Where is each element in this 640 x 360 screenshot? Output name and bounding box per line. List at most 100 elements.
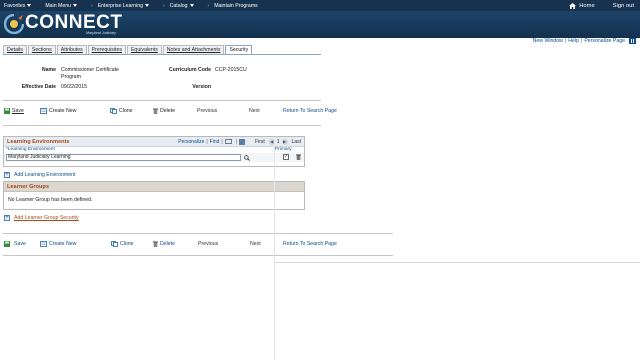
learning-environment-input[interactable]: Maryland Judiciary Learning: [6, 154, 241, 161]
next-button[interactable]: Next: [250, 241, 261, 247]
tab-notes-and-attachments[interactable]: Notes and Attachments: [162, 45, 225, 54]
clone-button[interactable]: Clone: [110, 108, 133, 114]
chevron-down-icon: [189, 3, 194, 7]
chevron-down-icon: [73, 3, 78, 7]
plus-icon: +: [4, 172, 10, 178]
effective-date-label: Effective Date: [21, 84, 56, 90]
divider: [3, 125, 321, 126]
breadcrumb-separator: ›: [207, 2, 210, 9]
main-menu-bar: Favorites Main Menu › Enterprise Learnin…: [0, 0, 272, 11]
delete-button[interactable]: Delete: [153, 241, 175, 247]
learning-environments-title: Learning Environments: [7, 138, 70, 145]
column-header-primary: Primary: [275, 147, 292, 152]
effective-date-value: 09/22/2015: [61, 84, 87, 90]
page-tabs: Details Sections Attributes Prerequisite…: [3, 45, 253, 54]
top-navigation-bar: Favorites Main Menu › Enterprise Learnin…: [0, 0, 640, 11]
previous-button[interactable]: Previous: [197, 108, 217, 114]
save-icon: [4, 108, 10, 114]
menu-enterprise-learning[interactable]: Enterprise Learning: [98, 3, 149, 9]
next-button[interactable]: Next: [249, 108, 260, 114]
tab-equivalents[interactable]: Equivalents: [126, 45, 162, 54]
table-row: Maryland Judiciary Learning ✓: [4, 153, 304, 162]
brand-subtitle: Maryland Judiciary: [86, 31, 116, 35]
next-row-icon[interactable]: ▶: [281, 138, 288, 145]
primary-checkbox[interactable]: ✓: [283, 154, 289, 160]
separator: |: [221, 138, 223, 145]
previous-button[interactable]: Previous: [198, 241, 218, 247]
brand-name: CONNECT: [25, 12, 123, 33]
menu-maintain-programs[interactable]: Maintain Programs: [214, 3, 258, 9]
create-new-label: Create New: [49, 108, 77, 114]
create-new-label: Create New: [49, 241, 77, 247]
delete-button[interactable]: Delete: [153, 108, 175, 114]
learner-groups-title: Learner Groups: [7, 183, 49, 190]
banner: CONNECT Maryland Judiciary: [0, 11, 640, 38]
clone-button[interactable]: Clone: [111, 241, 134, 247]
return-to-search-link[interactable]: Return To Search Page: [283, 108, 337, 114]
sign-out-link[interactable]: Sign out: [613, 3, 634, 9]
clone-label: Clone: [120, 241, 134, 247]
grid-header: Learning Environments Personalize | Find…: [4, 137, 304, 147]
create-new-icon: [40, 108, 47, 114]
page-frame-line: [275, 262, 640, 263]
menu-favorites[interactable]: Favorites: [4, 3, 32, 9]
home-link[interactable]: Home: [569, 2, 595, 9]
page-toolbar: New Window | Help | Personalize Page: [533, 38, 636, 44]
tab-divider: [3, 54, 321, 55]
delete-label: Delete: [160, 241, 175, 247]
create-new-button[interactable]: Create New: [40, 241, 76, 247]
breadcrumb-separator: ›: [91, 2, 93, 9]
add-learning-environment-label: Add Learning Environment: [14, 172, 76, 178]
help-link[interactable]: Help: [568, 38, 579, 44]
add-learner-group-security-link[interactable]: + Add Learner Group Security: [4, 215, 79, 221]
clone-icon: [110, 108, 117, 114]
separator: |: [580, 38, 583, 44]
menu-catalog[interactable]: Catalog: [170, 3, 194, 9]
return-to-search-link[interactable]: Return To Search Page: [283, 241, 337, 247]
delete-row-icon[interactable]: [296, 154, 301, 160]
divider: [3, 255, 393, 256]
breadcrumb-separator: ›: [162, 2, 165, 9]
personalize-page-link[interactable]: Personalize Page: [584, 38, 625, 44]
home-icon: [569, 2, 577, 9]
save-icon: [4, 241, 10, 247]
divider: [3, 100, 321, 101]
save-button[interactable]: Save: [4, 241, 26, 247]
separator: |: [235, 138, 238, 145]
view-all-icon[interactable]: [224, 139, 232, 144]
tab-attributes[interactable]: Attributes: [56, 45, 87, 54]
menu-main-menu[interactable]: Main Menu: [45, 3, 78, 9]
tab-prerequisites[interactable]: Prerequisites: [87, 45, 126, 54]
tab-details[interactable]: Details: [3, 45, 27, 54]
last-label[interactable]: Last: [292, 139, 301, 145]
plus-icon: +: [4, 215, 10, 221]
home-label: Home: [579, 2, 595, 9]
logo-emblem-icon: [4, 14, 24, 34]
trash-icon: [153, 108, 158, 114]
learner-groups-header: Learner Groups: [4, 182, 304, 192]
add-learning-environment-link[interactable]: + Add Learning Environment: [4, 172, 75, 178]
download-icon[interactable]: [239, 138, 246, 145]
create-new-icon: [40, 241, 47, 247]
chevron-down-icon: [27, 3, 32, 7]
tab-security[interactable]: Security: [225, 45, 253, 54]
delete-label: Delete: [160, 108, 175, 114]
clone-label: Clone: [119, 108, 133, 114]
create-new-button[interactable]: Create New: [40, 108, 76, 114]
name-label: Name: [41, 67, 56, 73]
find-link[interactable]: Find: [210, 139, 220, 145]
save-button[interactable]: Save: [4, 108, 24, 114]
save-label: Save: [12, 108, 24, 114]
page-frame-line: [274, 140, 275, 360]
first-label[interactable]: First: [255, 139, 265, 145]
lookup-search-icon[interactable]: [244, 155, 250, 161]
new-window-link[interactable]: New Window: [533, 38, 563, 44]
divider: [3, 233, 393, 234]
clone-icon: [111, 241, 118, 247]
row-range: 1: [276, 138, 280, 145]
tab-sections[interactable]: Sections: [27, 45, 56, 54]
top-right-links: Home Sign out: [569, 2, 640, 9]
separator: |: [564, 38, 567, 44]
page-options-icon[interactable]: [629, 38, 636, 44]
personalize-link[interactable]: Personalize: [178, 139, 204, 145]
